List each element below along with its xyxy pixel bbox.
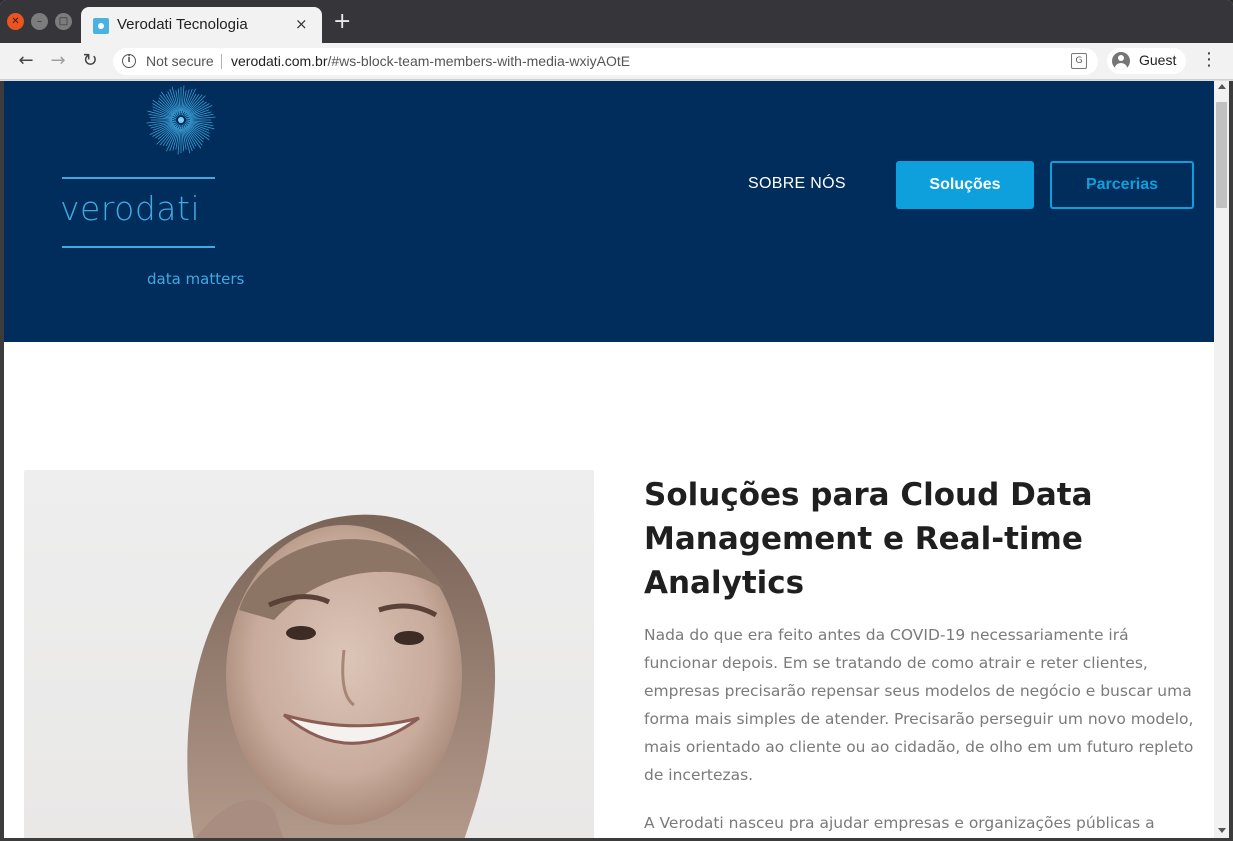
- url-path: /#ws-block-team-members-with-media-wxiyA…: [327, 53, 631, 69]
- browser-window: ✕ – □ Verodati Tecnologia × + ← → ↻ i No…: [0, 0, 1233, 841]
- logo-rule-bottom: [62, 246, 215, 248]
- logo-wordmark: verodati: [60, 189, 201, 228]
- url-text[interactable]: verodati.com.br/#ws-block-team-members-w…: [231, 53, 630, 69]
- scroll-up-arrow-icon[interactable]: [1218, 84, 1226, 89]
- section-paragraph-2: A Verodati nasceu pra ajudar empresas e …: [644, 814, 1155, 832]
- verodati-logo[interactable]: verodati: [60, 81, 260, 291]
- scroll-thumb[interactable]: [1216, 102, 1227, 208]
- portrait-image: [187, 514, 495, 838]
- window-frame-right: [1229, 81, 1233, 841]
- url-host: verodati.com.br: [231, 53, 328, 69]
- profile-label: Guest: [1139, 52, 1177, 68]
- address-bar[interactable]: i Not secure verodati.com.br/#ws-block-t…: [113, 48, 1098, 75]
- nav-sobre-nos[interactable]: SOBRE NÓS: [748, 175, 846, 193]
- team-member-photo: [24, 470, 594, 838]
- window-maximize-button[interactable]: □: [55, 13, 72, 30]
- window-close-button[interactable]: ✕: [7, 13, 24, 30]
- forward-button[interactable]: →: [46, 49, 70, 73]
- back-button[interactable]: ←: [14, 49, 38, 73]
- section-title: Soluções para Cloud Data Management e Re…: [644, 477, 1093, 601]
- new-tab-button[interactable]: +: [333, 11, 351, 33]
- security-label[interactable]: Not secure: [146, 53, 214, 69]
- section-paragraph-1: Nada do que era feito antes da COVID-19 …: [644, 626, 1194, 784]
- browser-tab[interactable]: Verodati Tecnologia ×: [81, 7, 322, 43]
- tab-title: Verodati Tecnologia: [117, 16, 248, 33]
- nav-parcerias-button[interactable]: Parcerias: [1050, 161, 1194, 209]
- avatar-icon: [1112, 52, 1130, 70]
- translate-icon[interactable]: G: [1071, 53, 1087, 69]
- sunburst-icon: [146, 85, 216, 155]
- profile-button[interactable]: Guest: [1107, 48, 1186, 74]
- logo-rule-top: [62, 177, 215, 179]
- tagline: data matters: [147, 270, 245, 288]
- browser-toolbar: ← → ↻ i Not secure verodati.com.br/#ws-b…: [0, 43, 1233, 80]
- menu-icon[interactable]: ⋮: [1200, 49, 1218, 73]
- info-icon[interactable]: i: [122, 54, 136, 68]
- favicon-icon: [93, 18, 109, 34]
- omnibox-divider: [221, 54, 222, 69]
- tab-strip: ✕ – □ Verodati Tecnologia × +: [0, 0, 1233, 43]
- window-minimize-button[interactable]: –: [31, 13, 48, 30]
- page-viewport: verodati data matters SOBRE NÓS Soluções…: [4, 81, 1214, 838]
- page-scrollbar[interactable]: [1214, 81, 1229, 838]
- nav-solucoes-button[interactable]: Soluções: [896, 161, 1034, 209]
- scroll-down-arrow-icon[interactable]: [1218, 828, 1226, 833]
- site-header: verodati data matters SOBRE NÓS Soluções…: [4, 81, 1214, 342]
- tab-close-icon[interactable]: ×: [295, 15, 308, 33]
- reload-button[interactable]: ↻: [78, 49, 102, 73]
